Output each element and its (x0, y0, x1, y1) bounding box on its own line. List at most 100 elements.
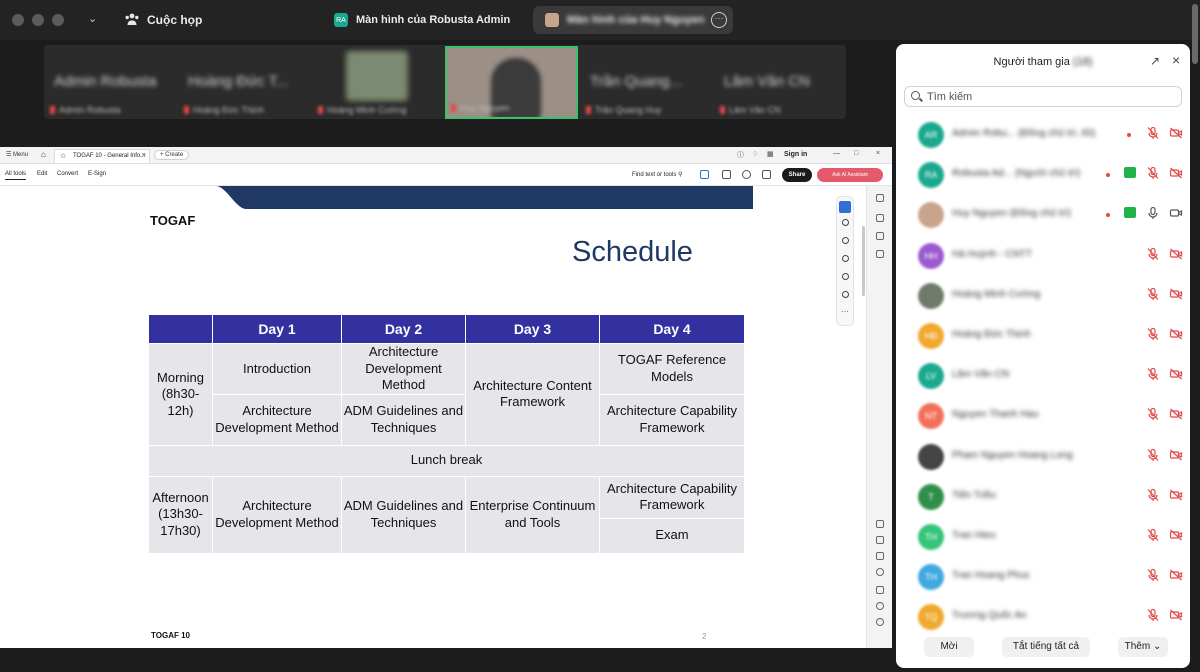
chevron-up-icon[interactable] (876, 536, 884, 544)
close-icon[interactable]: × (1172, 52, 1180, 68)
camera-off-icon[interactable] (1169, 448, 1183, 462)
participant-row[interactable]: HH Hà Huỳnh - CNTT (896, 235, 1190, 275)
camera-off-icon[interactable] (1169, 287, 1183, 301)
participant-row[interactable]: TH Tran Hoang Phuc (896, 556, 1190, 596)
camera-icon[interactable] (1169, 206, 1183, 220)
camera-off-icon[interactable] (1169, 608, 1183, 622)
participant-row[interactable]: LV Lâm Văn CN (896, 355, 1190, 395)
mic-muted-icon[interactable] (1146, 327, 1160, 341)
ellipsis-circle-icon[interactable]: ··· (711, 12, 727, 28)
participant-row[interactable]: TH Tran Hieu (896, 516, 1190, 556)
comment-icon[interactable] (876, 194, 884, 202)
more-options-button[interactable]: Thêm ⌄ (1118, 637, 1168, 657)
participant-row[interactable]: RA Robusta Ad... (Người chủ trì) (896, 154, 1190, 194)
participant-row[interactable]: TQ Trương Quốc An (896, 596, 1190, 636)
mic-muted-icon[interactable] (1146, 247, 1160, 261)
tab-other-screen[interactable]: Màn hình của Huy Nguyen ··· (533, 6, 733, 34)
document-canvas[interactable]: TOGAF Schedule Day 1 Day 2 Day 3 Day 4 M… (0, 186, 865, 648)
mic-muted-icon[interactable] (1146, 488, 1160, 502)
layers-icon[interactable] (876, 214, 884, 222)
camera-off-icon[interactable] (1169, 367, 1183, 381)
find-tools-search[interactable]: Find text or tools ⚲ (632, 171, 682, 178)
page-scrollbar[interactable] (1192, 4, 1198, 64)
camera-off-icon[interactable] (1169, 488, 1183, 502)
meeting-label[interactable]: Cuộc họp (147, 13, 202, 27)
text-select-icon[interactable] (842, 273, 849, 280)
save-icon[interactable] (722, 170, 731, 179)
maximize-icon[interactable]: □ (854, 150, 858, 157)
lasso-icon[interactable] (842, 255, 849, 262)
camera-off-icon[interactable] (1169, 327, 1183, 341)
close-icon[interactable]: × (142, 152, 146, 159)
participant-row[interactable]: HĐ Hoàng Đức Thịnh (896, 315, 1190, 355)
tab-convert[interactable]: Convert (57, 171, 78, 177)
pages-icon[interactable] (876, 250, 884, 258)
active-speaker-video[interactable]: Huy Nguyen (445, 46, 578, 119)
document-icon[interactable] (876, 586, 884, 594)
menu-button[interactable]: ☰ Menu (6, 151, 28, 158)
minimize-icon[interactable]: — (833, 150, 840, 157)
page-up-icon[interactable] (876, 520, 884, 528)
zoom-out-icon[interactable] (876, 618, 884, 626)
close-icon[interactable]: × (876, 150, 880, 157)
create-button[interactable]: + Create (154, 150, 190, 160)
chevron-down-icon[interactable]: ⌄ (88, 12, 97, 25)
camera-off-icon[interactable] (1169, 166, 1183, 180)
share-button[interactable]: Share (782, 168, 812, 182)
invite-button[interactable]: Mời (924, 637, 974, 657)
video-thumbnail[interactable]: Trần Quang... Trần Quang Huy (580, 45, 713, 119)
more-icon[interactable]: ··· (841, 307, 849, 316)
tab-e-sign[interactable]: E-Sign (88, 171, 106, 177)
ai-tools-icon[interactable] (700, 170, 709, 179)
mic-muted-icon[interactable] (1146, 287, 1160, 301)
vertical-scrollbar[interactable] (862, 226, 865, 296)
star-icon[interactable]: ☆ (60, 152, 66, 160)
chevron-down-icon[interactable] (876, 552, 884, 560)
stamp-icon[interactable] (842, 291, 849, 298)
mic-muted-icon[interactable] (1146, 126, 1160, 140)
participant-row[interactable]: AR Admin Robu... (Đồng chủ trì, tôi) (896, 114, 1190, 154)
popout-icon[interactable]: ↗ (1150, 54, 1160, 68)
camera-off-icon[interactable] (1169, 407, 1183, 421)
tab-edit[interactable]: Edit (37, 171, 47, 177)
help-icon[interactable]: ⓘ (737, 150, 744, 160)
participant-row[interactable]: T Tiến Triều (896, 476, 1190, 516)
video-thumbnail[interactable]: Hoàng Minh Cường (312, 45, 445, 119)
select-cursor-icon[interactable] (839, 201, 851, 213)
camera-off-icon[interactable] (1169, 528, 1183, 542)
video-thumbnail[interactable]: Admin Robusta Admin Robusta (44, 45, 177, 119)
home-icon[interactable]: ⌂ (41, 150, 46, 159)
tab-own-screen[interactable]: RA Màn hình của Robusta Admin (322, 6, 532, 34)
cloud-upload-icon[interactable] (742, 170, 751, 179)
sign-in-link[interactable]: Sign in (784, 151, 807, 158)
mic-muted-icon[interactable] (1146, 568, 1160, 582)
ask-ai-assistant-button[interactable]: Ask AI Assistant (817, 168, 883, 182)
camera-off-icon[interactable] (1169, 568, 1183, 582)
mic-muted-icon[interactable] (1146, 367, 1160, 381)
participant-row[interactable]: Pham Nguyen Hoang Long (896, 436, 1190, 476)
bell-icon[interactable]: ♢ (752, 150, 758, 158)
refresh-icon[interactable] (876, 568, 884, 576)
mic-muted-icon[interactable] (1146, 407, 1160, 421)
bookmark-icon[interactable] (876, 232, 884, 240)
mic-muted-icon[interactable] (1146, 448, 1160, 462)
mic-muted-icon[interactable] (1146, 166, 1160, 180)
camera-off-icon[interactable] (1169, 247, 1183, 261)
video-thumbnail[interactable]: Hoàng Đức T... Hoàng Đức Thịnh (178, 45, 311, 119)
tab-all-tools[interactable]: All tools (5, 171, 27, 180)
window-close-dot[interactable] (12, 14, 24, 26)
document-tab[interactable]: ☆ TOGAF 10 - General Info... × (54, 149, 150, 163)
mic-muted-icon[interactable] (1146, 528, 1160, 542)
zoom-icon[interactable] (842, 219, 849, 226)
participant-row[interactable]: Hoàng Minh Cường (896, 275, 1190, 315)
participant-row[interactable]: Huy Nguyen (Đồng chủ trì) (896, 194, 1190, 234)
search-input[interactable]: Tìm kiếm (904, 86, 1182, 107)
window-minimize-dot[interactable] (32, 14, 44, 26)
mute-all-button[interactable]: Tắt tiếng tất cả (1002, 637, 1090, 657)
camera-off-icon[interactable] (1169, 126, 1183, 140)
pen-icon[interactable] (842, 237, 849, 244)
mic-icon[interactable] (1146, 206, 1160, 220)
print-icon[interactable] (762, 170, 771, 179)
apps-icon[interactable]: ▦ (767, 150, 774, 158)
participant-row[interactable]: NT Nguyen Thanh Hau (896, 395, 1190, 435)
